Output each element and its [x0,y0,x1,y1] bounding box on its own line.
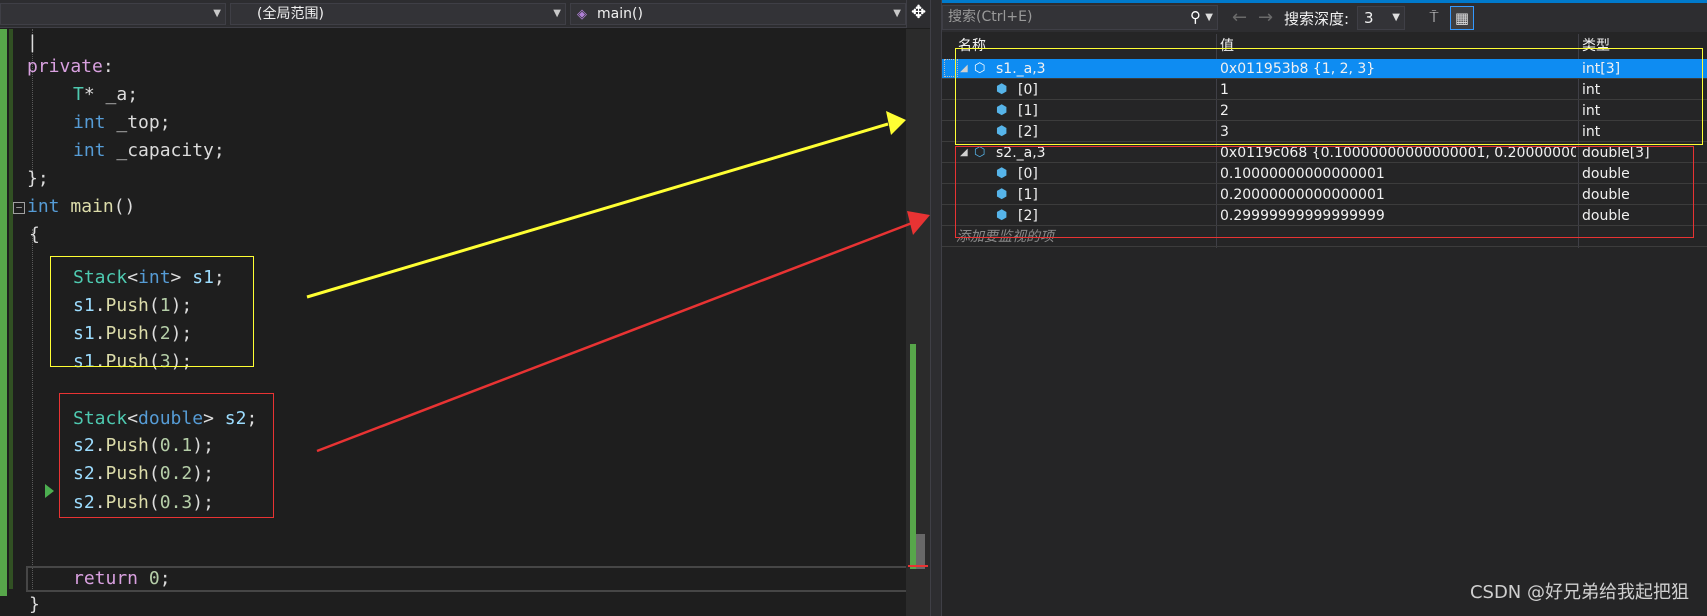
hex-display-icon[interactable]: ▦ [1450,6,1474,30]
code-line: int _capacity; [73,140,225,161]
search-placeholder: 搜索(Ctrl+E) [948,9,1033,25]
collapse-toggle-icon[interactable]: − [13,202,25,214]
code-line: private: [27,56,114,77]
code-line: }; [27,168,49,189]
s1-watch-highlight-box [955,48,1703,145]
chevron-down-icon: ▼ [553,8,561,19]
search-icon[interactable]: ⚲ [1190,6,1201,29]
code-line: return 0; [73,568,171,589]
chevron-down-icon[interactable]: ▼ [1205,6,1213,29]
code-line: int main() [27,196,136,217]
code-line: int _top; [73,112,171,133]
change-tracking-bar [0,29,7,596]
code-editor[interactable]: ▼ (全局范围) ▼ ◈ main() ▼ ✥ | private: T* _a… [0,0,930,616]
indent-guide [32,229,33,589]
back-arrow-icon[interactable]: ← [1232,7,1247,28]
pane-divider[interactable] [930,0,942,616]
code-line: T* _a; [73,84,139,105]
watch-toolbar: 搜索(Ctrl+E) ⚲ ▼ ← → 搜索深度: 3 ▼ ⍑ ▦ [942,3,1707,32]
pin-icon[interactable]: ⍑ [1422,6,1446,30]
search-depth-select[interactable]: 3 ▼ [1357,6,1405,30]
code-line: } [29,594,40,615]
chevron-down-icon: ▼ [213,8,221,19]
forward-arrow-icon[interactable]: → [1258,7,1273,28]
scroll-thumb[interactable] [916,534,925,569]
scroll-position-marker [908,565,928,567]
s2-watch-highlight-box [955,146,1694,238]
s1-highlight-box [50,256,254,367]
project-dropdown[interactable]: ▼ [0,3,226,25]
function-cube-icon: ◈ [577,7,587,22]
split-window-button[interactable]: ✥ [906,0,930,28]
s2-highlight-box [59,393,274,518]
vertical-scrollbar[interactable] [906,29,930,616]
scope-dropdown[interactable]: (全局范围) ▼ [230,3,566,25]
search-depth-value: 3 [1364,9,1374,27]
navigation-bar: ▼ (全局范围) ▼ ◈ main() ▼ ✥ [0,0,930,28]
outline-margin [9,29,13,589]
function-dropdown[interactable]: ◈ main() ▼ [570,3,906,25]
function-label: main() [597,6,643,22]
watermark: CSDN @好兄弟给我起把狙 [1469,582,1689,603]
chevron-down-icon: ▼ [1392,12,1400,23]
next-statement-arrow-icon[interactable] [45,484,54,498]
code-line: { [29,224,40,245]
chevron-down-icon: ▼ [893,8,901,19]
search-depth-label: 搜索深度: [1284,10,1350,28]
scope-label: (全局范围) [257,6,324,22]
search-input[interactable]: 搜索(Ctrl+E) ⚲ ▼ [942,5,1218,30]
watch-window[interactable]: 搜索(Ctrl+E) ⚲ ▼ ← → 搜索深度: 3 ▼ ⍑ ▦ 名称 值 类型… [942,0,1707,616]
